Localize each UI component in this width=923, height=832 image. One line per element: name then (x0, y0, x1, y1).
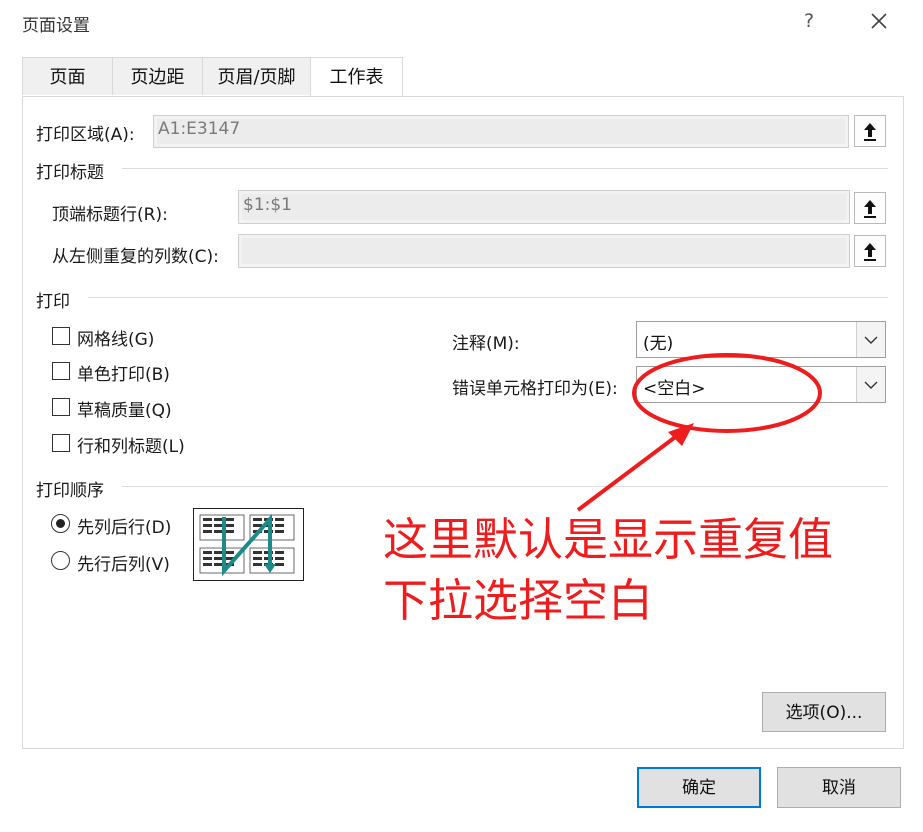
gridlines-label: 网格线(G) (77, 330, 155, 350)
rows-to-repeat-value: $1:$1 (243, 195, 292, 215)
tab-margins[interactable]: 页边距 (112, 57, 203, 95)
page-order-preview (193, 508, 304, 581)
cols-collapse-button[interactable] (854, 235, 886, 267)
over-then-down-radio[interactable] (51, 551, 70, 570)
print-area-value: A1:E3147 (158, 119, 241, 139)
row-col-headings-checkbox[interactable] (52, 434, 70, 452)
tab-page[interactable]: 页面 (22, 57, 113, 95)
cancel-button[interactable]: 取消 (777, 767, 901, 808)
cols-to-repeat-input[interactable] (238, 234, 850, 268)
print-heading: 打印 (36, 292, 70, 312)
rows-to-repeat-input[interactable]: $1:$1 (238, 190, 850, 224)
print-titles-heading: 打印标题 (36, 163, 104, 183)
chevron-down-icon (864, 381, 878, 389)
draft-quality-label: 草稿质量(Q) (77, 401, 172, 421)
tab-header-footer[interactable]: 页眉/页脚 (202, 57, 311, 95)
comments-dropdown-arrow[interactable] (856, 322, 885, 357)
annotation-text-line1: 这里默认是显示重复值 (383, 513, 834, 566)
chevron-down-icon (864, 336, 878, 344)
print-titles-divider (122, 168, 888, 169)
page-order-diagram-icon (199, 513, 295, 577)
draft-quality-checkbox[interactable] (52, 398, 70, 416)
down-then-over-radio[interactable] (51, 514, 70, 533)
dialog-title: 页面设置 (22, 16, 90, 36)
close-icon (871, 13, 887, 29)
page-order-heading: 打印顺序 (36, 481, 104, 501)
black-white-checkbox[interactable] (52, 362, 70, 380)
print-area-input[interactable]: A1:E3147 (153, 115, 849, 148)
collapse-arrow-icon (864, 200, 876, 218)
tab-sheet[interactable]: 工作表 (310, 57, 403, 97)
comments-label: 注释(M): (452, 334, 520, 354)
down-then-over-label: 先列后行(D) (77, 518, 172, 538)
help-button[interactable]: ? (798, 8, 820, 34)
annotation-callout (576, 353, 822, 512)
collapse-arrow-icon (864, 243, 876, 261)
print-area-label: 打印区域(A): (36, 125, 135, 145)
rows-to-repeat-label: 顶端标题行(R): (52, 205, 168, 225)
ok-button[interactable]: 确定 (637, 767, 761, 808)
print-divider (88, 297, 888, 298)
close-button[interactable] (864, 6, 894, 36)
annotation-text-line2: 下拉选择空白 (383, 574, 654, 627)
gridlines-checkbox[interactable] (52, 327, 70, 345)
print-area-collapse-button[interactable] (854, 115, 886, 147)
black-white-label: 单色打印(B) (77, 365, 170, 385)
rows-collapse-button[interactable] (854, 192, 886, 224)
options-button[interactable]: 选项(O)... (762, 692, 886, 732)
cell-errors-dropdown-arrow[interactable] (856, 367, 885, 402)
row-col-headings-label: 行和列标题(L) (77, 437, 185, 457)
over-then-down-label: 先行后列(V) (77, 555, 170, 575)
cols-to-repeat-label: 从左侧重复的列数(C): (52, 247, 219, 267)
collapse-arrow-icon (864, 123, 876, 141)
